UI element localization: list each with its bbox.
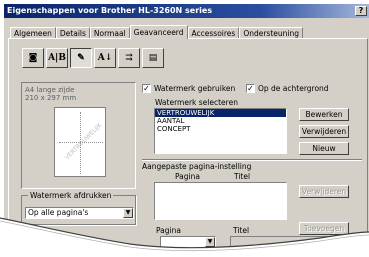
watermark-list[interactable]: VERTROUWELIJK AANTAL CONCEPT [154, 108, 287, 154]
page-preview: A4 lange zijde 210 x 297 mm VERTROUWELIJ… [21, 82, 136, 189]
duplex-icon[interactable]: A|B [46, 48, 68, 68]
add-button[interactable]: Toevoegen [299, 222, 349, 235]
delete-button[interactable]: Verwijderen [299, 125, 349, 138]
check-icon[interactable]: ✓ [142, 84, 151, 93]
title-select[interactable]: ▼ [230, 236, 348, 248]
chevron-down-icon[interactable]: ▼ [337, 237, 347, 247]
device-options-icon[interactable]: ⇉ [118, 48, 140, 68]
watermark-icon[interactable]: ✎ [70, 48, 92, 68]
new-button[interactable]: Nieuw [299, 142, 349, 155]
chevron-down-icon[interactable]: ▼ [205, 237, 215, 247]
watermark-print-select[interactable]: Op alle pagina's ▼ [25, 207, 134, 219]
list-item[interactable]: AANTAL [155, 117, 286, 125]
window-title: Eigenschappen voor Brother HL-3260N seri… [7, 6, 213, 15]
use-watermark-label: Watermerk gebruiken [154, 84, 236, 93]
preview-page: VERTROUWELIJK [54, 107, 106, 177]
title-bar: Eigenschappen voor Brother HL-3260N seri… [4, 4, 369, 18]
list-item[interactable]: VERTROUWELIJK [155, 109, 286, 117]
bottom-title-label: Titel [233, 226, 250, 235]
tab-geavanceerd[interactable]: Geavanceerd [129, 25, 188, 39]
column-page-header: Pagina [175, 172, 200, 181]
chevron-down-icon[interactable]: ▼ [123, 208, 133, 218]
custom-page-label: Aangepaste pagina-instelling [142, 162, 252, 171]
watermark-print-legend: Watermerk afdrukken [28, 191, 114, 200]
help-button[interactable]: ? [355, 6, 367, 16]
other-options-icon[interactable]: ▤ [142, 48, 164, 68]
check-icon[interactable]: ✓ [246, 84, 255, 93]
custom-page-list[interactable] [154, 182, 287, 220]
list-item[interactable]: CONCEPT [155, 125, 286, 133]
background-label: Op de achtergrond [258, 84, 329, 93]
section-divider [142, 159, 362, 161]
tab-strip: Algemeen Details Normaal Geavanceerd Acc… [10, 25, 303, 39]
use-watermark-checkbox[interactable]: ✓ Watermerk gebruiken [142, 84, 235, 93]
page-setting-icon[interactable]: A↓ [94, 48, 116, 68]
column-title-header: Titel [234, 172, 251, 181]
page-number-select[interactable]: ▼ [160, 236, 216, 248]
custom-delete-button[interactable]: Verwijderen [299, 185, 349, 198]
print-quality-icon[interactable]: ◙ [22, 48, 44, 68]
feature-icon-bar: ◙ A|B ✎ A↓ ⇉ ▤ [22, 48, 164, 68]
background-checkbox[interactable]: ✓ Op de achtergrond [246, 84, 329, 93]
paper-dimensions-label: 210 x 297 mm [25, 94, 77, 102]
paper-size-label: A4 lange zijde [25, 86, 75, 94]
edit-button[interactable]: Bewerken [299, 108, 349, 121]
bottom-page-label: Pagina [156, 226, 181, 235]
watermark-print-value: Op alle pagina's [28, 208, 89, 217]
select-watermark-label: Watermerk selecteren [155, 98, 238, 107]
